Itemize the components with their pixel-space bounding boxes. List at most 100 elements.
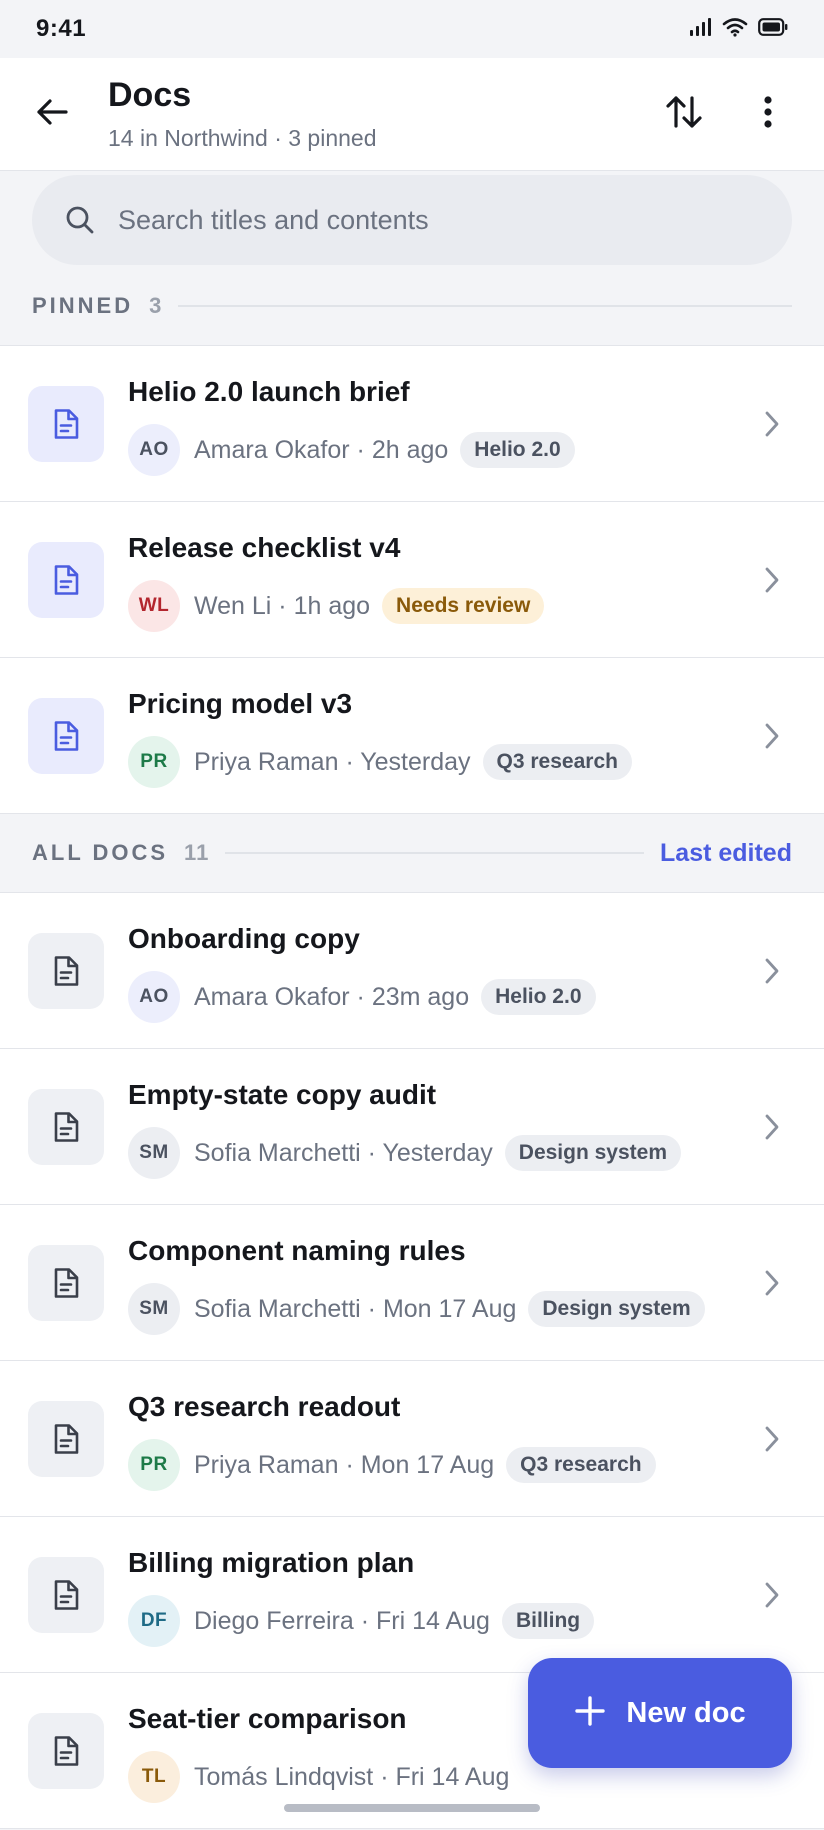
doc-meta: WL Wen Li · 1h ago Needs review [128, 580, 545, 632]
wifi-icon [722, 17, 748, 42]
sort-button[interactable] [654, 84, 714, 144]
document-icon [28, 1713, 104, 1789]
tag-badge: Design system [528, 1291, 705, 1327]
author-and-time: Priya Raman · Yesterday [194, 747, 471, 776]
pinned-section-header: PINNED 3 [0, 267, 824, 345]
app-header: Docs 14 in Northwind · 3 pinned [0, 58, 824, 171]
tag-badge: Design system [504, 1135, 682, 1171]
home-indicator [284, 1804, 540, 1812]
doc-title: Empty-state copy audit [128, 1079, 437, 1110]
battery-icon [758, 17, 788, 41]
doc-row[interactable]: Empty-state copy audit SM Sofia Marchetti … [0, 1049, 824, 1205]
plus-icon [574, 1695, 606, 1732]
doc-title: Component naming rules [128, 1235, 466, 1266]
all-docs-section-header: ALL DOCS 11 Last edited [0, 814, 824, 892]
tag-badge: Helio 2.0 [481, 979, 596, 1015]
doc-meta: TL Tomás Lindqvist · Fri 14 Aug [128, 1751, 509, 1803]
document-icon [28, 1089, 104, 1165]
sort-order-link[interactable]: Last edited [660, 839, 792, 868]
section-divider [178, 305, 792, 307]
chevron-right-icon [756, 408, 788, 440]
tag-badge: Q3 research [506, 1447, 656, 1483]
document-icon [28, 1245, 104, 1321]
status-icons [690, 17, 788, 42]
pinned-section-title: PINNED [32, 293, 134, 318]
document-icon [28, 933, 104, 1009]
doc-meta: SM Sofia Marchetti · Yesterday Design syst… [128, 1127, 682, 1179]
doc-title: Seat-tier comparison [128, 1703, 407, 1734]
pinned-list: Helio 2.0 launch brief AO Amara Okafor · 2… [0, 345, 824, 814]
document-icon [28, 1401, 104, 1477]
avatar: AO [128, 971, 180, 1023]
doc-title: Pricing model v3 [128, 688, 353, 719]
author-and-time: Sofia Marchetti · Mon 17 Aug [194, 1294, 517, 1323]
avatar: AO [128, 424, 180, 476]
avatar: PR [128, 736, 180, 788]
doc-row[interactable]: Q3 research readout PR Priya Raman · Mon 1… [0, 1361, 824, 1517]
doc-title: Onboarding copy [128, 923, 360, 954]
new-doc-button[interactable]: New doc [528, 1658, 792, 1768]
avatar: SM [128, 1127, 180, 1179]
author-and-time: Amara Okafor · 2h ago [194, 435, 449, 464]
doc-row[interactable]: Pricing model v3 PR Priya Raman · Yesterda… [0, 658, 824, 814]
doc-meta: SM Sofia Marchetti · Mon 17 Aug Design sys… [128, 1283, 705, 1335]
chevron-right-icon [756, 1423, 788, 1455]
status-bar: 9:41 [0, 0, 824, 58]
chevron-right-icon [756, 1267, 788, 1299]
doc-title: Billing migration plan [128, 1547, 415, 1578]
chevron-right-icon [756, 955, 788, 987]
more-options-button[interactable] [738, 84, 798, 144]
doc-row[interactable]: Billing migration plan DF Diego Ferreira ·… [0, 1517, 824, 1673]
back-button[interactable] [22, 84, 82, 144]
doc-meta: DF Diego Ferreira · Fri 14 Aug Billing [128, 1595, 595, 1647]
all-docs-section-title: ALL DOCS [32, 840, 169, 865]
doc-row[interactable]: Onboarding copy AO Amara Okafor · 23m ago H… [0, 893, 824, 1049]
doc-row[interactable]: Release checklist v4 WL Wen Li · 1h ago Nee… [0, 502, 824, 658]
doc-row[interactable]: Component naming rules SM Sofia Marchetti … [0, 1205, 824, 1361]
chevron-right-icon [756, 1111, 788, 1143]
avatar: SM [128, 1283, 180, 1335]
doc-title: Helio 2.0 launch brief [128, 376, 410, 407]
author-and-time: Wen Li · 1h ago [194, 591, 371, 620]
avatar: DF [128, 1595, 180, 1647]
new-doc-label: New doc [626, 1696, 746, 1729]
chevron-right-icon [756, 564, 788, 596]
chevron-right-icon [756, 1579, 788, 1611]
author-and-time: Tomás Lindqvist · Fri 14 Aug [194, 1762, 510, 1791]
author-and-time: Priya Raman · Mon 17 Aug [194, 1450, 495, 1479]
search-bar[interactable] [32, 175, 792, 265]
avatar: PR [128, 1439, 180, 1491]
back-arrow-icon [36, 98, 68, 131]
page-subtitle: 14 in Northwind · 3 pinned [108, 125, 377, 151]
doc-title: Release checklist v4 [128, 532, 401, 563]
doc-meta: PR Priya Raman · Mon 17 Aug Q3 research [128, 1439, 656, 1491]
search-input[interactable] [118, 204, 758, 236]
tag-badge: Needs review [382, 588, 545, 624]
doc-meta: AO Amara Okafor · 2h ago Helio 2.0 [128, 424, 575, 476]
search-wrap [0, 171, 824, 267]
doc-meta: PR Priya Raman · Yesterday Q3 research [128, 736, 632, 788]
more-vertical-icon [763, 95, 773, 134]
sort-icon [666, 95, 702, 134]
pinned-section-count: 3 [149, 293, 163, 318]
doc-meta: AO Amara Okafor · 23m ago Helio 2.0 [128, 971, 596, 1023]
doc-title: Q3 research readout [128, 1391, 401, 1422]
signal-icon [690, 17, 712, 41]
author-and-time: Sofia Marchetti · Yesterday [194, 1138, 493, 1167]
page-title: Docs [108, 76, 192, 114]
tag-badge: Billing [501, 1603, 595, 1639]
avatar: WL [128, 580, 180, 632]
document-icon [28, 698, 104, 774]
all-docs-section-count: 11 [184, 840, 210, 865]
section-divider [225, 852, 645, 854]
title-group: Docs 14 in Northwind · 3 pinned [108, 76, 377, 152]
author-and-time: Diego Ferreira · Fri 14 Aug [194, 1606, 490, 1635]
search-icon [64, 204, 96, 236]
tag-badge: Q3 research [482, 744, 632, 780]
document-icon [28, 386, 104, 462]
document-icon [28, 1557, 104, 1633]
tag-badge: Helio 2.0 [460, 432, 575, 468]
status-time: 9:41 [36, 15, 87, 42]
document-icon [28, 542, 104, 618]
doc-row[interactable]: Helio 2.0 launch brief AO Amara Okafor · 2… [0, 346, 824, 502]
